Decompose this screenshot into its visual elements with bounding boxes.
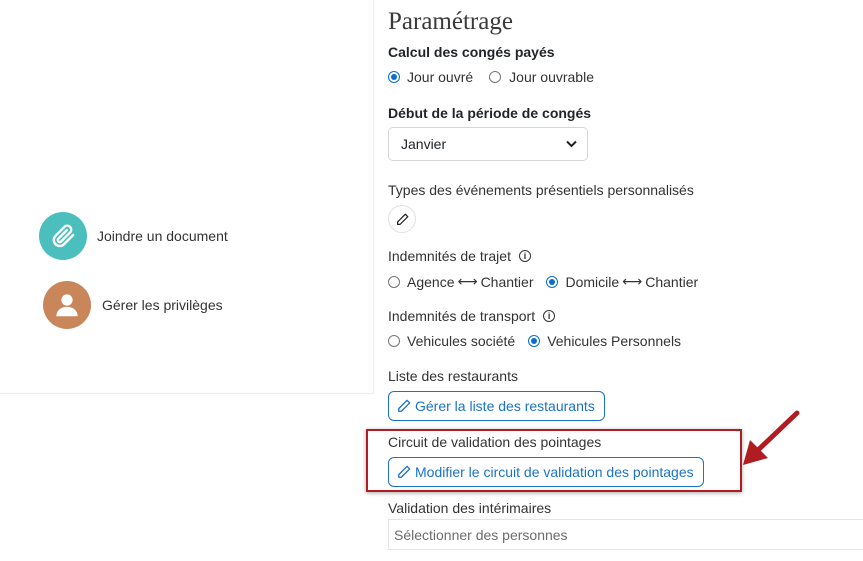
paid-leave-radio-group: Jour ouvré Jour ouvrable bbox=[388, 69, 594, 85]
attach-document-label: Joindre un document bbox=[97, 228, 228, 244]
pencil-icon bbox=[398, 399, 411, 412]
transport-allowance-radio-group: Vehicules société Vehicules Personnels bbox=[388, 333, 681, 349]
transport-allowance-heading: Indemnités de transport i bbox=[388, 308, 556, 324]
manage-privileges-action[interactable]: Gérer les privilèges bbox=[43, 281, 223, 329]
annotation-arrow-icon bbox=[743, 410, 800, 465]
pencil-icon bbox=[396, 213, 408, 225]
vehicules-personnels-label: Vehicules Personnels bbox=[547, 333, 682, 349]
manage-restaurants-button[interactable]: Gérer la liste des restaurants bbox=[388, 391, 605, 421]
event-types-label: Types des événements présentiels personn… bbox=[388, 182, 694, 198]
user-avatar-icon bbox=[43, 281, 91, 329]
chevron-down-icon bbox=[566, 140, 577, 148]
period-start-label: Début de la période de congés bbox=[388, 105, 592, 121]
paid-leave-label: Calcul des congés payés bbox=[388, 44, 555, 60]
radio-jour-ouvre-label: Jour ouvré bbox=[407, 69, 474, 85]
radio-jour-ouvrable[interactable] bbox=[489, 71, 502, 83]
radio-vehicules-societe[interactable] bbox=[388, 335, 400, 347]
radio-domicile-chantier[interactable] bbox=[546, 275, 559, 288]
validation-circuit-label: Circuit de validation des pointages bbox=[388, 434, 602, 450]
select-people-input[interactable]: Sélectionner des personnes bbox=[388, 519, 863, 550]
double-arrow-icon: ⟷ bbox=[622, 273, 643, 289]
manage-restaurants-label: Gérer la liste des restaurants bbox=[415, 398, 595, 414]
temp-workers-label: Validation des intérimaires bbox=[388, 500, 552, 516]
left-panel: Joindre un document Gérer les privilèges bbox=[0, 0, 374, 394]
domicile-label: Domicile bbox=[565, 273, 620, 290]
select-people-placeholder: Sélectionner des personnes bbox=[394, 526, 568, 543]
attach-document-action[interactable]: Joindre un document bbox=[39, 212, 228, 260]
pencil-icon bbox=[398, 465, 411, 478]
edit-event-types-button[interactable] bbox=[388, 205, 416, 233]
double-arrow-icon: ⟷ bbox=[457, 273, 478, 289]
chantier-label: Chantier bbox=[480, 273, 534, 290]
manage-privileges-label: Gérer les privilèges bbox=[102, 297, 223, 313]
restaurants-label: Liste des restaurants bbox=[388, 368, 518, 384]
info-icon[interactable]: i bbox=[518, 250, 531, 262]
period-start-value: Janvier bbox=[401, 136, 447, 152]
paperclip-icon bbox=[39, 212, 87, 260]
chantier-label-2: Chantier bbox=[645, 273, 699, 290]
vehicules-societe-label: Vehicules société bbox=[407, 333, 516, 349]
info-icon[interactable]: i bbox=[543, 310, 556, 322]
radio-jour-ouvrable-label: Jour ouvrable bbox=[509, 69, 594, 85]
transport-allowance-label: Indemnités de transport bbox=[388, 308, 536, 324]
radio-vehicules-personnels[interactable] bbox=[528, 335, 541, 347]
edit-validation-circuit-button[interactable]: Modifier le circuit de validation des po… bbox=[388, 457, 704, 487]
edit-validation-circuit-label: Modifier le circuit de validation des po… bbox=[415, 464, 694, 480]
travel-allowance-radio-group: Agence ⟷ Chantier Domicile ⟷ Chantier bbox=[388, 273, 698, 290]
radio-agence-chantier[interactable] bbox=[388, 275, 400, 288]
page-title: Paramétrage bbox=[388, 8, 513, 35]
agence-label: Agence bbox=[407, 273, 455, 290]
period-start-select[interactable]: Janvier bbox=[388, 127, 588, 161]
radio-jour-ouvre[interactable] bbox=[388, 71, 400, 83]
travel-allowance-heading: Indemnités de trajet i bbox=[388, 248, 531, 264]
travel-allowance-label: Indemnités de trajet bbox=[388, 248, 511, 264]
